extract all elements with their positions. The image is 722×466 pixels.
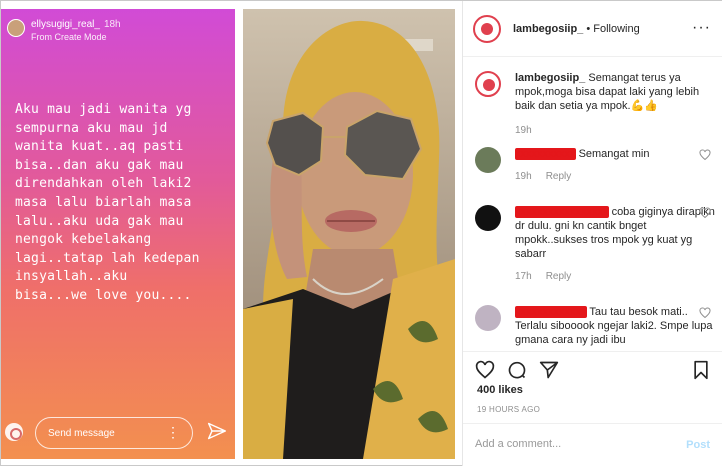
- comment-item: xxxxxxxxxxxxx Tau tau besok mati.. Terla…: [475, 305, 715, 347]
- post-photo[interactable]: [243, 9, 455, 459]
- post-button[interactable]: Post: [686, 439, 710, 451]
- share-icon[interactable]: [539, 360, 559, 380]
- account-username[interactable]: lambegosiip_: [513, 23, 583, 35]
- story-footer: Send message ⋮: [1, 417, 235, 449]
- screenshot-frame: ellysugigi_real_ 18h From Create Mode Aku…: [0, 0, 722, 466]
- heart-icon[interactable]: [699, 149, 711, 161]
- story-header: ellysugigi_real_ 18h From Create Mode: [7, 19, 121, 42]
- story-text: Aku mau jadi wanita yg sempurna aku mau …: [15, 102, 200, 303]
- post-detail-panel: lambegosiip_ • Following ··· lambegosiip…: [462, 1, 722, 466]
- commenter-avatar[interactable]: [475, 147, 501, 173]
- comment-item: xxxxxxxxxxx Semangat min 19h Reply: [475, 147, 715, 182]
- like-count[interactable]: 400 likes: [477, 384, 523, 396]
- more-options-icon[interactable]: ⋮: [166, 425, 180, 439]
- comment-icon[interactable]: [507, 360, 527, 380]
- caption: lambegosiip_ Semangat terus ya mpok,moga…: [475, 71, 715, 136]
- story-time: 18h: [103, 19, 121, 30]
- add-comment-bar: Post: [463, 423, 722, 466]
- camera-icon[interactable]: [5, 423, 23, 441]
- caption-username[interactable]: lambegosiip_: [515, 72, 585, 84]
- reply-button[interactable]: Reply: [546, 171, 572, 182]
- redacted-username[interactable]: xxxxxxxxxxx: [515, 148, 576, 160]
- bookmark-icon[interactable]: [692, 360, 710, 380]
- comment-time: 19h: [515, 171, 532, 182]
- commenter-avatar[interactable]: [475, 305, 501, 331]
- send-icon[interactable]: [207, 421, 227, 441]
- more-options-icon[interactable]: ···: [692, 19, 711, 37]
- reply-button[interactable]: Reply: [546, 271, 572, 282]
- like-icon[interactable]: [475, 360, 495, 380]
- add-comment-input[interactable]: [475, 438, 665, 450]
- post-date[interactable]: 19 HOURS AGO: [477, 405, 540, 414]
- follow-status[interactable]: • Following: [586, 23, 639, 35]
- caption-emoji: 💪👍: [630, 100, 658, 112]
- account-avatar[interactable]: [473, 14, 501, 43]
- comments-list: lambegosiip_ Semangat terus ya mpok,moga…: [463, 63, 722, 351]
- story-subtitle: From Create Mode: [31, 32, 107, 42]
- caption-avatar[interactable]: [475, 71, 501, 97]
- comment-time: 17h: [515, 271, 532, 282]
- heart-icon[interactable]: [699, 207, 711, 219]
- comment-item: xxxxxxxxxxxxxxxxx coba giginya dirapikn …: [475, 205, 715, 282]
- send-message-placeholder: Send message: [48, 428, 115, 439]
- heart-icon[interactable]: [699, 307, 711, 319]
- caption-time: 19h: [515, 125, 532, 136]
- send-message-input[interactable]: Send message ⋮: [35, 417, 193, 449]
- action-bar: [463, 351, 722, 380]
- redacted-username[interactable]: xxxxxxxxxxxxxxxxx: [515, 206, 609, 218]
- story-avatar[interactable]: [7, 19, 25, 37]
- comment-text: Semangat min: [578, 148, 650, 160]
- story-username[interactable]: ellysugigi_real_: [31, 19, 100, 30]
- redacted-username[interactable]: xxxxxxxxxxxxx: [515, 306, 587, 318]
- story-panel: ellysugigi_real_ 18h From Create Mode Aku…: [1, 9, 235, 459]
- commenter-avatar[interactable]: [475, 205, 501, 231]
- post-header: lambegosiip_ • Following ···: [463, 1, 722, 57]
